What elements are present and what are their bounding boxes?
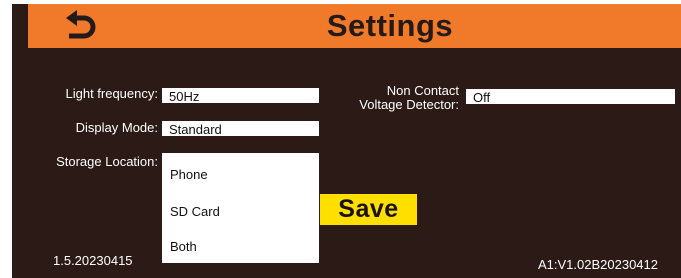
save-button[interactable]: Save	[320, 194, 417, 225]
storage-location-list[interactable]: Phone SD Card Both	[162, 153, 319, 263]
undo-arrow-icon	[66, 10, 96, 39]
voltage-detector-label-line1: Non Contact	[386, 83, 459, 98]
page-title: Settings	[326, 8, 454, 43]
storage-location-label: Storage Location:	[56, 154, 158, 169]
voltage-detector-field[interactable]: Off	[466, 89, 675, 104]
voltage-detector-label-line2: Voltage Detector:	[359, 97, 459, 112]
app-frame: Settings Light frequency: 50Hz Display M…	[0, 0, 681, 278]
display-mode-label: Display Mode:	[75, 120, 158, 135]
display-mode-field[interactable]: Standard	[162, 121, 319, 136]
storage-option-phone[interactable]: Phone	[170, 167, 208, 182]
light-frequency-label: Light frequency:	[65, 86, 158, 101]
storage-option-sd-card[interactable]: SD Card	[170, 204, 220, 219]
app-version: 1.5.20230415	[53, 253, 133, 268]
light-frequency-field[interactable]: 50Hz	[162, 88, 319, 103]
storage-option-both[interactable]: Both	[170, 239, 197, 254]
firmware-version: A1:V1.02B20230412	[538, 257, 658, 272]
back-button[interactable]	[62, 9, 102, 45]
